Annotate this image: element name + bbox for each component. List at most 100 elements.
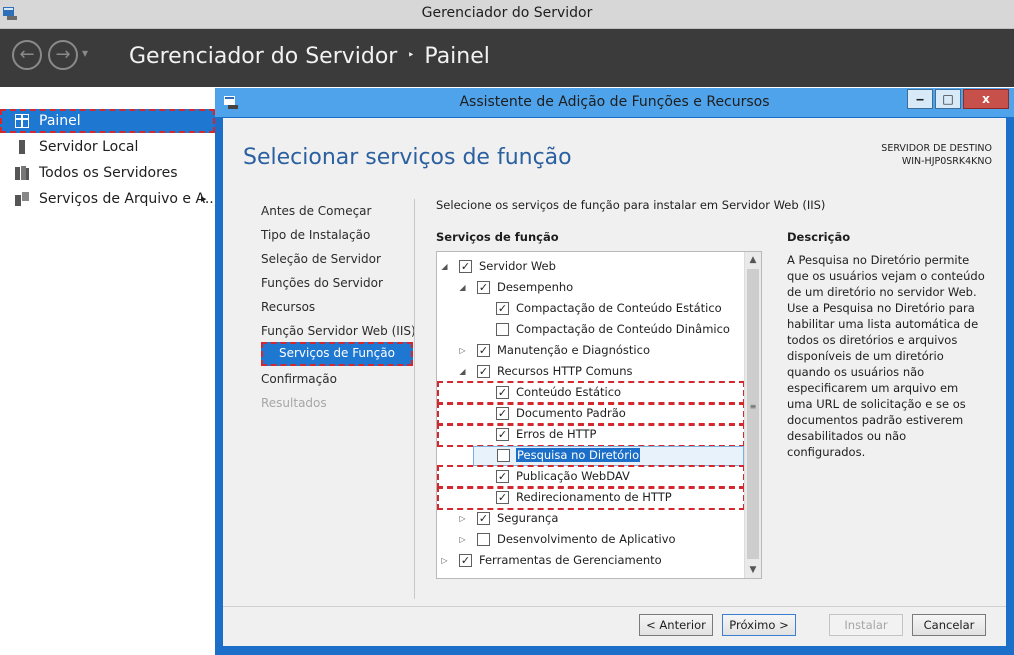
tree-item-label: Manutenção e Diagnóstico — [497, 343, 650, 357]
tree-item-compactacao-estatico[interactable]: ✓ Compactação de Conteúdo Estático — [439, 299, 739, 319]
role-services-tree: ◢ ✓ Servidor Web ◢ ✓ Desempenho ✓ Compac… — [436, 251, 762, 579]
forward-button[interactable]: → — [48, 40, 78, 70]
step-tipo-instalacao[interactable]: Tipo de Instalação — [261, 228, 370, 242]
checkbox[interactable]: ✓ — [477, 344, 490, 357]
tree-item-label: Documento Padrão — [516, 406, 626, 420]
sidebar-item-label: Painel — [39, 113, 81, 129]
step-resultados: Resultados — [261, 396, 327, 410]
history-dropdown-icon[interactable]: ▾ — [82, 46, 88, 60]
tree-item-publicacao-webdav[interactable]: ✓ Publicação WebDAV — [437, 465, 745, 489]
step-servicos-funcao[interactable]: Serviços de Função — [261, 342, 413, 366]
sidebar-item-servidor-local[interactable]: Servidor Local — [0, 135, 215, 159]
previous-button[interactable]: < Anterior — [639, 614, 713, 636]
scroll-up-icon[interactable]: ▲ — [745, 252, 761, 268]
tree-item-servidor-web[interactable]: ◢ ✓ Servidor Web — [439, 257, 739, 277]
checkbox[interactable] — [477, 533, 490, 546]
checkbox[interactable] — [497, 449, 510, 462]
scroll-thumb[interactable] — [747, 269, 759, 559]
expand-icon[interactable]: ▷ — [440, 555, 449, 567]
tree-item-label: Publicação WebDAV — [516, 469, 630, 483]
cancel-button[interactable]: Cancelar — [912, 614, 986, 636]
step-funcao-servidor-web[interactable]: Função Servidor Web (IIS) — [261, 324, 416, 338]
checkbox[interactable]: ✓ — [477, 281, 490, 294]
page-title: Selecionar serviços de função — [243, 145, 572, 170]
tree-item-seguranca[interactable]: ▷ ✓ Segurança — [439, 509, 739, 529]
step-recursos[interactable]: Recursos — [261, 300, 315, 314]
sidebar-item-painel[interactable]: Painel — [0, 109, 215, 133]
window-title: Gerenciador do Servidor — [421, 5, 593, 21]
tree-item-documento-padrao[interactable]: ✓ Documento Padrão — [437, 402, 745, 426]
sidebar-item-label: Servidor Local — [39, 139, 139, 155]
checkbox[interactable]: ✓ — [496, 470, 509, 483]
scroll-down-icon[interactable]: ▼ — [745, 562, 761, 578]
tree-item-ferramentas-gerenciamento[interactable]: ▷ ✓ Ferramentas de Gerenciamento — [439, 551, 739, 571]
tree-item-redirecionamento-http[interactable]: ✓ Redirecionamento de HTTP — [437, 486, 745, 510]
step-antes-comecar[interactable]: Antes de Começar — [261, 204, 371, 218]
tree-item-label: Servidor Web — [479, 259, 556, 273]
add-roles-dialog: Assistente de Adição de Funções e Recurs… — [215, 88, 1014, 655]
scroll-grip-icon: ≡ — [749, 402, 757, 411]
servers-icon — [15, 166, 29, 180]
window-title-bar: Gerenciador do Servidor — [0, 0, 1014, 29]
description-text: A Pesquisa no Diretório permite que os u… — [787, 253, 985, 459]
checkbox[interactable]: ✓ — [496, 428, 509, 441]
sidebar-item-todos-servidores[interactable]: Todos os Servidores — [0, 161, 215, 185]
footer-divider — [223, 606, 1006, 607]
tree-item-label: Compactação de Conteúdo Dinâmico — [516, 322, 730, 336]
server-icon — [19, 140, 25, 154]
tree-item-label: Ferramentas de Gerenciamento — [479, 553, 662, 567]
checkbox[interactable]: ✓ — [459, 260, 472, 273]
next-button[interactable]: Próximo > — [722, 614, 796, 636]
expand-icon[interactable]: ▷ — [458, 513, 467, 525]
breadcrumb-app: Gerenciador do Servidor — [129, 44, 398, 69]
tree-item-label: Pesquisa no Diretório — [516, 448, 641, 462]
checkbox[interactable]: ✓ — [459, 554, 472, 567]
breadcrumb-separator-icon: ‣ — [407, 48, 415, 62]
tree-scrollbar[interactable]: ▲ ≡ ▼ — [744, 252, 761, 578]
checkbox[interactable]: ✓ — [496, 386, 509, 399]
dialog-body: Selecionar serviços de função SERVIDOR D… — [223, 118, 1006, 646]
checkbox[interactable]: ✓ — [496, 491, 509, 504]
tree-item-label: Redirecionamento de HTTP — [516, 490, 672, 504]
dialog-title: Assistente de Adição de Funções e Recurs… — [459, 94, 770, 110]
collapse-icon[interactable]: ◢ — [458, 366, 467, 378]
close-button[interactable]: x — [963, 89, 1009, 109]
file-services-icon — [15, 192, 29, 206]
tree-item-manutencao[interactable]: ▷ ✓ Manutenção e Diagnóstico — [439, 341, 739, 361]
tree-item-desenvolvimento-aplicativo[interactable]: ▷ Desenvolvimento de Aplicativo — [439, 530, 739, 550]
tree-item-pesquisa-diretorio[interactable]: Pesquisa no Diretório — [473, 446, 744, 466]
collapse-icon[interactable]: ◢ — [440, 261, 449, 273]
checkbox[interactable] — [496, 323, 509, 336]
tree-item-conteudo-estatico[interactable]: ✓ Conteúdo Estático — [437, 381, 745, 405]
maximize-button[interactable]: □ — [935, 89, 961, 109]
expand-icon[interactable]: ▷ — [458, 345, 467, 357]
install-button: Instalar — [829, 614, 903, 636]
collapse-icon[interactable]: ◢ — [458, 282, 467, 294]
step-label: Serviços de Função — [279, 346, 395, 360]
description-header: Descrição — [787, 230, 851, 244]
checkbox[interactable]: ✓ — [477, 512, 490, 525]
minimize-button[interactable]: ‒ — [907, 89, 933, 109]
tree-item-label: Conteúdo Estático — [516, 385, 622, 399]
checkbox[interactable]: ✓ — [496, 302, 509, 315]
step-confirmacao[interactable]: Confirmação — [261, 372, 337, 386]
tree-item-erros-http[interactable]: ✓ Erros de HTTP — [437, 423, 745, 447]
expand-arrow-icon[interactable]: ▸ — [201, 187, 207, 211]
destination-server: SERVIDOR DE DESTINO WIN-HJP0SRK4KNO — [881, 142, 992, 168]
tree-item-label: Recursos HTTP Comuns — [497, 364, 633, 378]
step-selecao-servidor[interactable]: Seleção de Servidor — [261, 252, 381, 266]
dashboard-icon — [15, 114, 29, 128]
checkbox[interactable]: ✓ — [496, 407, 509, 420]
sidebar-item-servicos-arquivo[interactable]: Serviços de Arquivo e A... ▸ — [0, 187, 218, 211]
expand-icon[interactable]: ▷ — [458, 534, 467, 546]
sidebar: Painel Servidor Local Todos os Servidore… — [0, 87, 218, 655]
back-button[interactable]: ← — [12, 40, 42, 70]
tree-item-label: Desenvolvimento de Aplicativo — [497, 532, 676, 546]
dialog-title-bar: Assistente de Adição de Funções e Recurs… — [215, 88, 1014, 117]
step-funcoes-servidor[interactable]: Funções do Servidor — [261, 276, 383, 290]
step-divider — [414, 199, 415, 599]
tree-item-desempenho[interactable]: ◢ ✓ Desempenho — [439, 278, 739, 298]
tree-item-compactacao-dinamico[interactable]: Compactação de Conteúdo Dinâmico — [439, 320, 739, 340]
tree-item-recursos-http[interactable]: ◢ ✓ Recursos HTTP Comuns — [439, 362, 739, 382]
checkbox[interactable]: ✓ — [477, 365, 490, 378]
